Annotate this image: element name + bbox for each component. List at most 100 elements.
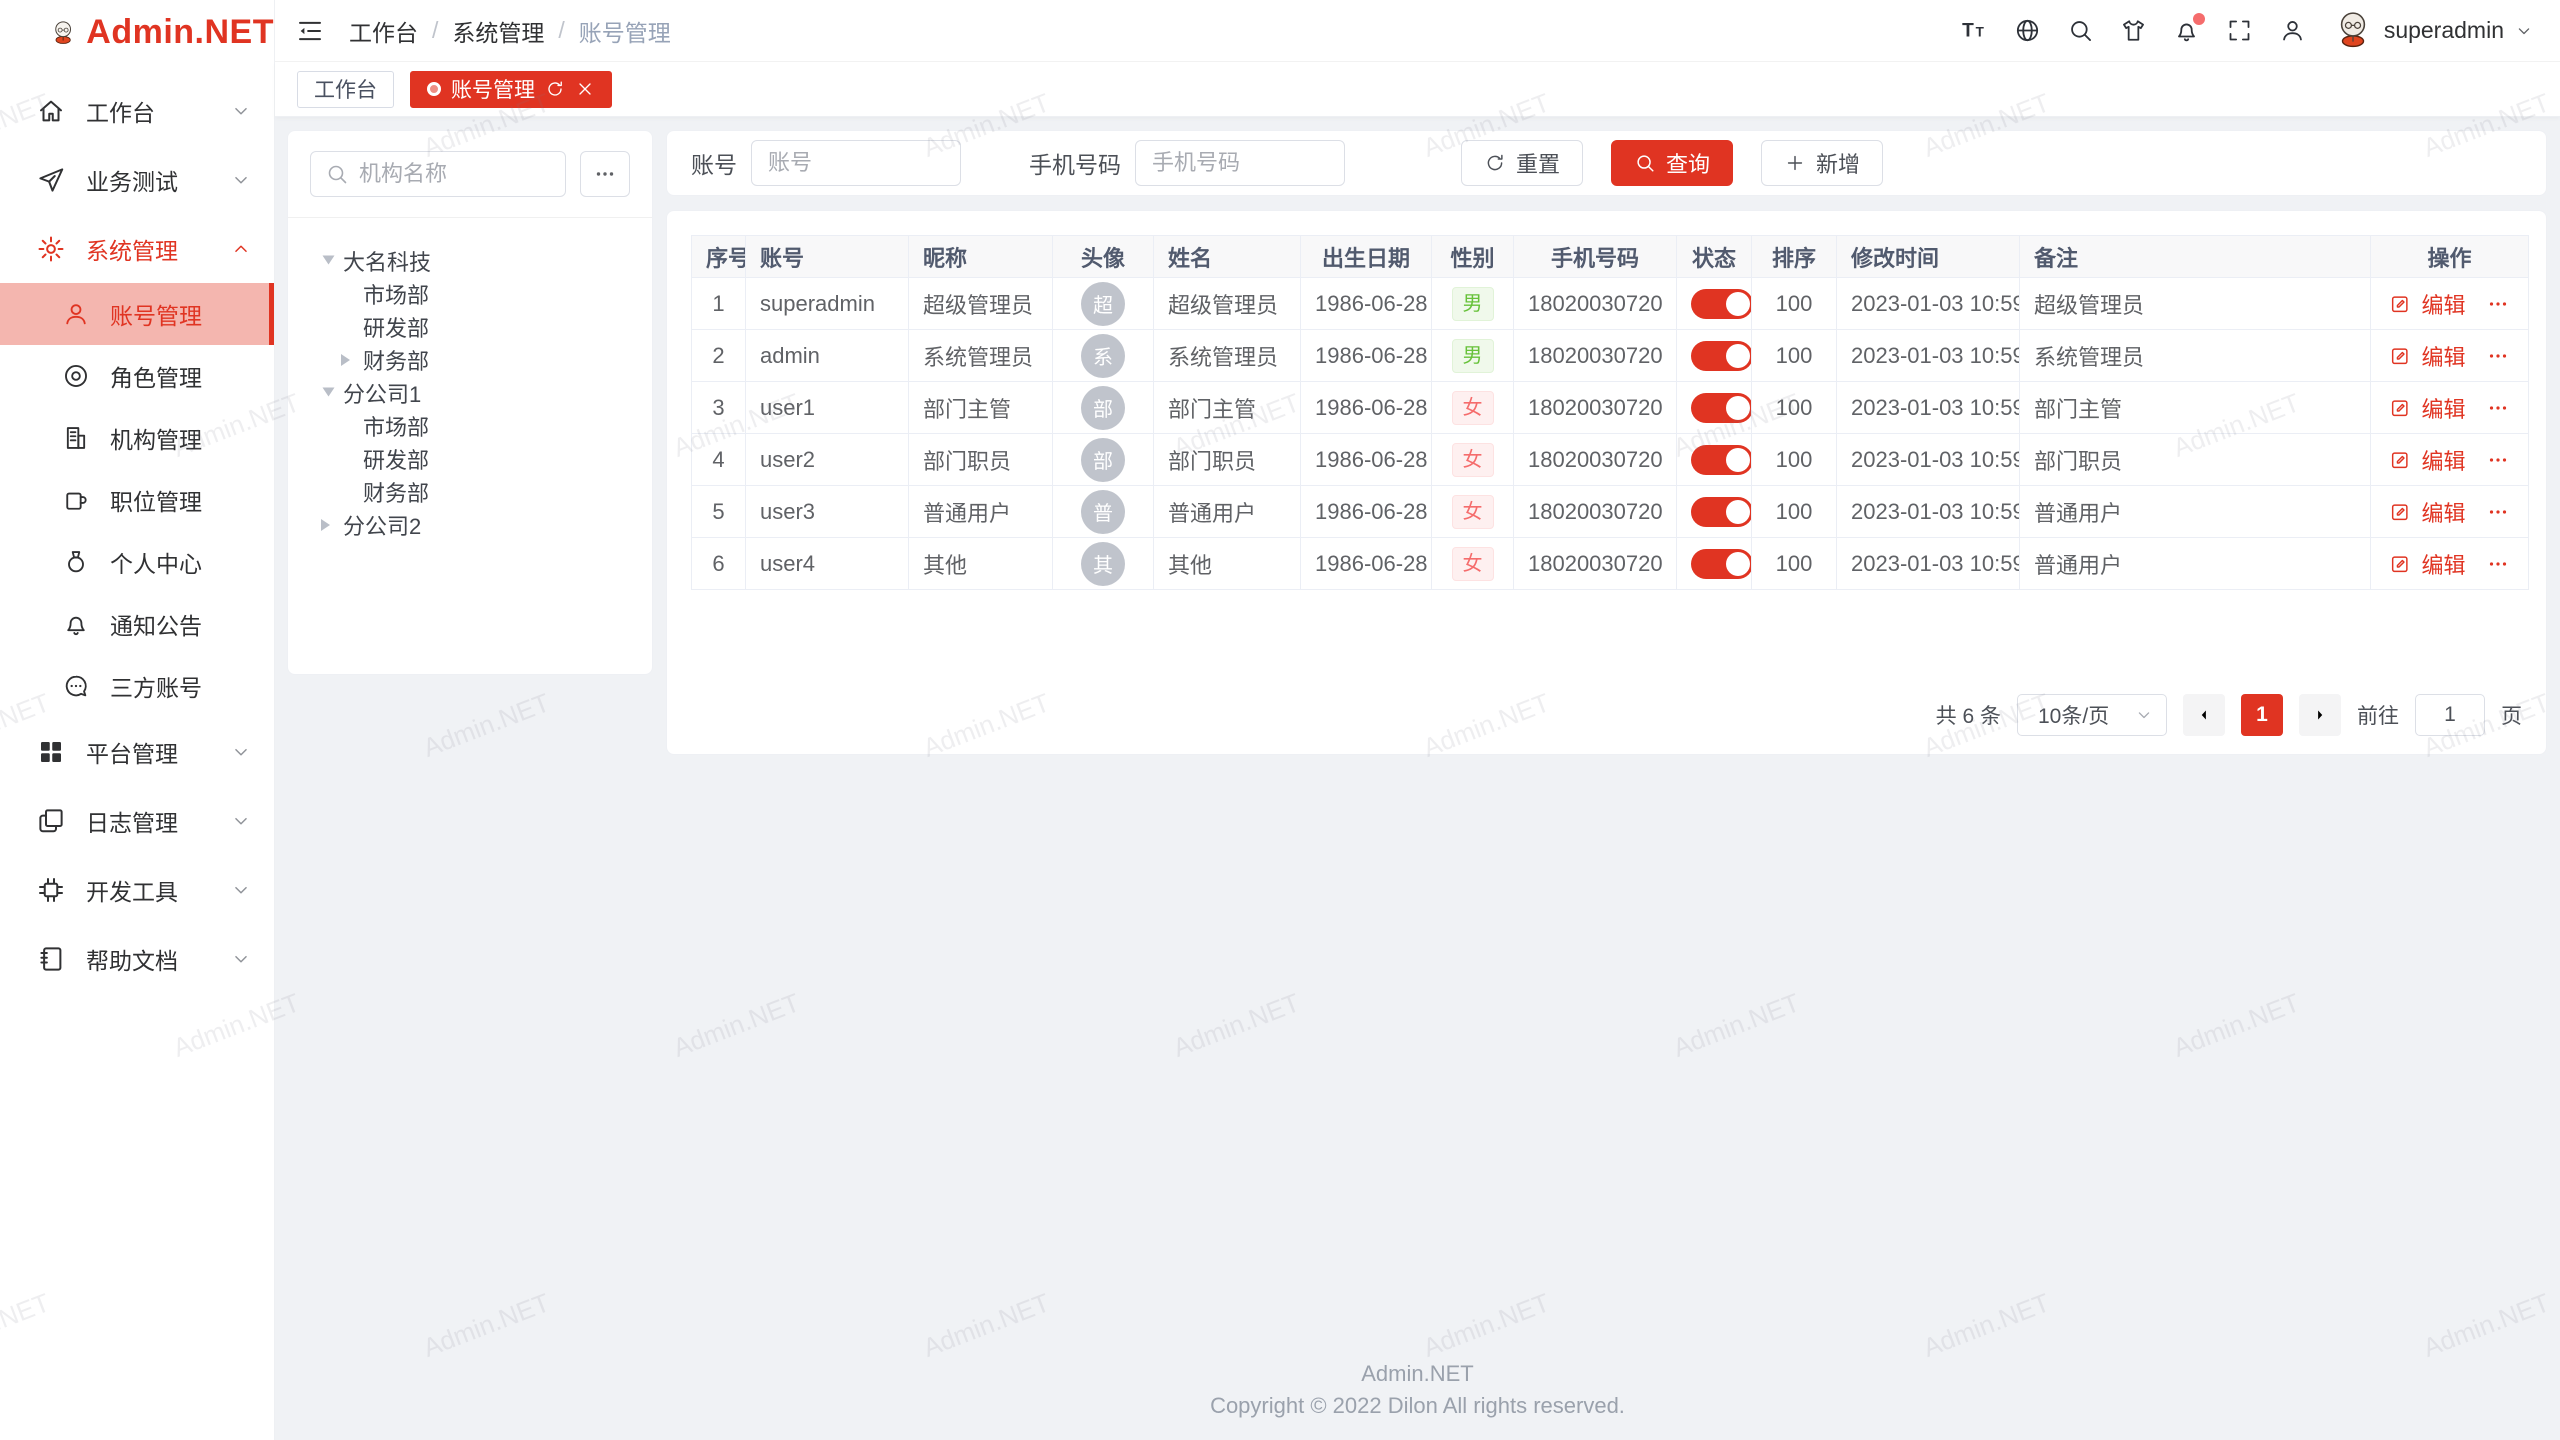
table-cell: 编辑 xyxy=(2371,382,2529,434)
phone-input[interactable] xyxy=(1135,140,1345,186)
footer: Admin.NET Copyright © 2022 Dilon All rig… xyxy=(275,1344,2560,1440)
language-icon[interactable] xyxy=(2014,17,2041,44)
theme-icon[interactable] xyxy=(2120,17,2147,44)
more-actions-icon[interactable] xyxy=(2486,500,2510,524)
breadcrumb-item[interactable]: 系统管理 xyxy=(452,14,544,48)
sidebar-item-account[interactable]: 账号管理 xyxy=(0,283,274,345)
breadcrumb-item[interactable]: 工作台 xyxy=(349,14,418,48)
edit-button[interactable]: 编辑 xyxy=(2421,340,2465,372)
org-tree-panel: 大名科技市场部研发部财务部分公司1市场部研发部财务部分公司2 xyxy=(287,130,653,675)
navbar: 工作台/系统管理/账号管理 TT superadmin xyxy=(275,0,2560,62)
sidebar-item-third-party[interactable]: 三方账号 xyxy=(0,655,274,717)
profile-icon[interactable] xyxy=(2279,17,2306,44)
prev-page-button[interactable] xyxy=(2183,694,2225,736)
tree-node[interactable]: 财务部 xyxy=(302,475,638,508)
more-actions-icon[interactable] xyxy=(2486,344,2510,368)
tab-account[interactable]: 账号管理 xyxy=(410,71,612,108)
tab-workbench[interactable]: 工作台 xyxy=(297,71,394,108)
add-button[interactable]: 新增 xyxy=(1761,140,1883,186)
tree-caret-icon[interactable] xyxy=(321,519,336,531)
table-cell: 2023-01-03 10:59:44 xyxy=(1837,538,2020,590)
edit-icon[interactable] xyxy=(2389,293,2411,315)
more-actions-icon[interactable] xyxy=(2486,448,2510,472)
status-toggle[interactable] xyxy=(1691,289,1752,319)
org-tree-header xyxy=(288,131,652,218)
edit-button[interactable]: 编辑 xyxy=(2421,288,2465,320)
edit-icon[interactable] xyxy=(2389,501,2411,523)
notification-icon[interactable] xyxy=(2173,17,2200,44)
status-toggle[interactable] xyxy=(1691,497,1752,527)
font-size-icon[interactable]: TT xyxy=(1961,17,1988,44)
collapse-sidebar-icon[interactable] xyxy=(295,16,325,46)
search-icon[interactable] xyxy=(2067,17,2094,44)
tree-node[interactable]: 研发部 xyxy=(302,442,638,475)
sidebar-item-workbench[interactable]: 工作台 xyxy=(0,76,274,145)
close-icon[interactable] xyxy=(575,79,595,99)
sidebar-item-system[interactable]: 系统管理 xyxy=(0,214,274,283)
edit-button[interactable]: 编辑 xyxy=(2421,548,2465,580)
reset-button[interactable]: 重置 xyxy=(1461,140,1583,186)
tree-node-label: 市场部 xyxy=(363,278,429,310)
edit-button[interactable]: 编辑 xyxy=(2421,496,2465,528)
status-toggle[interactable] xyxy=(1691,393,1752,423)
sidebar-item-label: 账号管理 xyxy=(110,297,202,331)
sidebar-item-business-test[interactable]: 业务测试 xyxy=(0,145,274,214)
tree-node[interactable]: 分公司1 xyxy=(302,376,638,409)
tree-more-button[interactable] xyxy=(580,151,630,197)
account-input[interactable] xyxy=(751,140,961,186)
sidebar-item-label: 开发工具 xyxy=(86,873,178,907)
column-header: 出生日期 xyxy=(1301,236,1432,278)
table-row: 4user2部门职员部部门职员1986-06-28女18020030720100… xyxy=(692,434,2529,486)
sidebar-item-docs[interactable]: 帮助文档 xyxy=(0,924,274,993)
org-search-input[interactable] xyxy=(359,161,551,187)
sidebar-item-notice[interactable]: 通知公告 xyxy=(0,593,274,655)
table-cell: 18020030720 xyxy=(1514,330,1677,382)
next-page-button[interactable] xyxy=(2299,694,2341,736)
table-row: 6user4其他其其他1986-06-28女180200307201002023… xyxy=(692,538,2529,590)
more-actions-icon[interactable] xyxy=(2486,292,2510,316)
sidebar-item-role[interactable]: 角色管理 xyxy=(0,345,274,407)
current-page[interactable]: 1 xyxy=(2241,694,2283,736)
more-actions-icon[interactable] xyxy=(2486,396,2510,420)
edit-icon[interactable] xyxy=(2389,553,2411,575)
more-actions-icon[interactable] xyxy=(2486,552,2510,576)
sidebar-item-platform[interactable]: 平台管理 xyxy=(0,717,274,786)
sidebar-item-profile[interactable]: 个人中心 xyxy=(0,531,274,593)
table-row: 5user3普通用户普普通用户1986-06-28女18020030720100… xyxy=(692,486,2529,538)
edit-icon[interactable] xyxy=(2389,397,2411,419)
tree-node[interactable]: 市场部 xyxy=(302,409,638,442)
table-cell: 100 xyxy=(1752,330,1837,382)
logo-text: Admin.NET xyxy=(86,13,274,52)
tree-node[interactable]: 市场部 xyxy=(302,277,638,310)
tree-caret-icon[interactable] xyxy=(323,255,335,270)
edit-icon[interactable] xyxy=(2389,449,2411,471)
refresh-icon[interactable] xyxy=(545,79,565,99)
sidebar-item-org[interactable]: 机构管理 xyxy=(0,407,274,469)
sidebar-item-log[interactable]: 日志管理 xyxy=(0,786,274,855)
query-button[interactable]: 查询 xyxy=(1611,140,1733,186)
chevron-down-icon xyxy=(230,810,252,832)
fullscreen-icon[interactable] xyxy=(2226,17,2253,44)
tree-caret-icon[interactable] xyxy=(341,354,356,366)
sidebar-item-devtools[interactable]: 开发工具 xyxy=(0,855,274,924)
goto-page-input[interactable] xyxy=(2415,694,2485,736)
status-toggle[interactable] xyxy=(1691,341,1752,371)
table-cell: 部门主管 xyxy=(2020,382,2371,434)
tree-node[interactable]: 研发部 xyxy=(302,310,638,343)
status-toggle[interactable] xyxy=(1691,549,1752,579)
edit-button[interactable]: 编辑 xyxy=(2421,444,2465,476)
status-toggle[interactable] xyxy=(1691,445,1752,475)
pagination: 共 6 条 10条/页 1 xyxy=(691,694,2522,736)
app-root: Admin.NET 工作台业务测试系统管理账号管理角色管理机构管理职位管理个人中… xyxy=(0,0,2560,1440)
edit-button[interactable]: 编辑 xyxy=(2421,392,2465,424)
user-menu[interactable]: superadmin xyxy=(2332,7,2534,55)
tree-node[interactable]: 分公司2 xyxy=(302,508,638,541)
tree-node[interactable]: 财务部 xyxy=(302,343,638,376)
tree-caret-icon[interactable] xyxy=(323,387,335,402)
table-cell: 系统管理员 xyxy=(1154,330,1301,382)
sidebar-menu: 工作台业务测试系统管理账号管理角色管理机构管理职位管理个人中心通知公告三方账号平… xyxy=(0,64,274,993)
sidebar-item-position[interactable]: 职位管理 xyxy=(0,469,274,531)
tree-node[interactable]: 大名科技 xyxy=(302,244,638,277)
page-size-select[interactable]: 10条/页 xyxy=(2017,694,2167,736)
edit-icon[interactable] xyxy=(2389,345,2411,367)
